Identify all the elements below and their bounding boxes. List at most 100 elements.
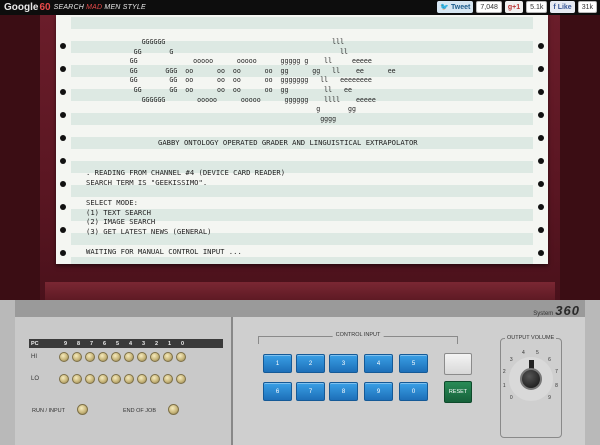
tweet-count: 7,048 xyxy=(476,1,502,13)
key-9-button[interactable]: 9 xyxy=(364,382,393,401)
feed-hole xyxy=(538,135,544,141)
indicator-lamp xyxy=(72,352,82,362)
brand-logo[interactable]: Google 60 SEARCH MAD MEN STYLE xyxy=(4,1,146,14)
tweet-label: Tweet xyxy=(451,3,471,11)
printout-line-6: (3) GET LATEST NEWS (GENERAL) xyxy=(86,227,212,237)
feed-hole xyxy=(60,112,66,118)
bit-number: 8 xyxy=(76,340,81,347)
run-input-label: RUN / INPUT xyxy=(32,408,65,414)
reset-button[interactable]: RESET xyxy=(444,381,472,403)
bit-number: 5 xyxy=(115,340,120,347)
printout-text: GGGGGG lll GG G ll GG ooooo ooooo ggggg … xyxy=(86,38,526,257)
indicator-lamp xyxy=(98,352,108,362)
feed-hole xyxy=(538,250,544,256)
gplus-label: +1 xyxy=(512,3,521,11)
feed-hole xyxy=(60,66,66,72)
tagline-pre: SEARCH xyxy=(53,4,87,11)
printout-line-4: (1) TEXT SEARCH xyxy=(86,207,151,217)
social-buttons: 🐦 Tweet 7,048 g +1 5.1k f Like 31k xyxy=(437,1,597,13)
feed-hole xyxy=(538,158,544,164)
feed-hole xyxy=(538,66,544,72)
gplus-button[interactable]: g +1 xyxy=(504,1,524,13)
brand-tagline: SEARCH MAD MEN STYLE xyxy=(54,4,146,11)
tweet-button[interactable]: 🐦 Tweet xyxy=(437,1,474,13)
ascii-logo: GGGGGG lll GG G ll GG ooooo ooooo ggggg … xyxy=(129,38,396,123)
run-input-lamp xyxy=(77,404,88,415)
lo-lamp-row: LO xyxy=(29,374,189,384)
key-7-button[interactable]: 7 xyxy=(296,382,325,401)
volume-number: 4 xyxy=(522,349,525,356)
key-5-button[interactable]: 5 xyxy=(399,354,428,373)
indicator-lamp xyxy=(176,352,186,362)
system-model: 360 xyxy=(555,303,580,318)
key-4-button[interactable]: 4 xyxy=(364,354,393,373)
feed-hole xyxy=(538,112,544,118)
key-2-button[interactable]: 2 xyxy=(296,354,325,373)
indicator-lamp xyxy=(72,374,82,384)
fb-label: Like xyxy=(557,3,572,11)
feed-hole xyxy=(60,43,66,49)
indicator-lamp xyxy=(137,352,147,362)
paper-stripe xyxy=(71,257,533,264)
paper-stripe xyxy=(71,17,533,29)
indicator-panel: PC 9 8 7 6 5 4 3 2 1 0 HI LO RUN / INPUT… xyxy=(15,317,233,445)
top-bar: Google 60 SEARCH MAD MEN STYLE 🐦 Tweet 7… xyxy=(0,0,600,15)
feed-hole xyxy=(538,89,544,95)
indicator-lamp xyxy=(59,352,69,362)
feed-hole xyxy=(60,89,66,95)
volume-number: 9 xyxy=(548,395,551,402)
blank-button[interactable] xyxy=(444,353,472,375)
feed-hole xyxy=(538,181,544,187)
indicator-lamp xyxy=(124,374,134,384)
control-input-label: CONTROL INPUT xyxy=(332,332,384,338)
volume-number: 1 xyxy=(502,382,506,389)
bit-number: 6 xyxy=(102,340,107,347)
tagline-accent: MAD xyxy=(86,4,103,11)
indicator-lamp xyxy=(98,374,108,384)
indicator-lamp xyxy=(85,374,95,384)
volume-knob[interactable] xyxy=(520,368,542,390)
system-badge: System 360 xyxy=(533,303,580,318)
feed-hole xyxy=(60,204,66,210)
pc-label: PC xyxy=(31,340,39,347)
feed-hole xyxy=(538,43,544,49)
hi-lamp-row: HI xyxy=(29,352,189,362)
indicator-lamp xyxy=(176,374,186,384)
output-volume-label: OUTPUT VOLUME xyxy=(505,335,557,341)
bit-number: 1 xyxy=(167,340,172,347)
feed-hole xyxy=(60,135,66,141)
key-8-button[interactable]: 8 xyxy=(329,382,358,401)
key-0-button[interactable]: 0 xyxy=(399,382,428,401)
key-6-button[interactable]: 6 xyxy=(263,382,292,401)
bit-number: 7 xyxy=(89,340,94,347)
housing-right-rim xyxy=(560,15,600,300)
indicator-lamp xyxy=(111,352,121,362)
volume-number: 6 xyxy=(548,356,551,363)
printout-line-7: WAITING FOR MANUAL CONTROL INPUT ... xyxy=(86,246,242,256)
facebook-like-button[interactable]: f Like xyxy=(550,1,575,13)
printout-line-1: . READING FROM CHANNEL #4 (DEVICE CARD R… xyxy=(86,168,286,178)
end-of-job-lamp xyxy=(168,404,179,415)
key-3-button[interactable]: 3 xyxy=(329,354,358,373)
end-of-job-label: END OF JOB xyxy=(123,408,157,414)
bit-number: 9 xyxy=(63,340,68,347)
indicator-lamp xyxy=(163,374,173,384)
feed-hole xyxy=(60,250,66,256)
printout-line-2: SEARCH TERM IS "GEEKISSIMO". xyxy=(86,177,208,187)
feed-hole xyxy=(60,158,66,164)
tagline-post: MEN STYLE xyxy=(102,4,146,11)
printout-line-5: (2) IMAGE SEARCH xyxy=(86,217,156,227)
brand-name: Google xyxy=(4,2,39,13)
feed-hole xyxy=(538,204,544,210)
key-1-button[interactable]: 1 xyxy=(263,354,292,373)
bit-number: 0 xyxy=(180,340,185,347)
indicator-lamp xyxy=(85,352,95,362)
indicator-lamp xyxy=(124,352,134,362)
indicator-lamp xyxy=(111,374,121,384)
bit-number: 2 xyxy=(154,340,159,347)
indicator-lamp xyxy=(59,374,69,384)
printout-subtitle: GABBY ONTOLOGY OPERATED GRADER AND LINGU… xyxy=(158,138,418,148)
feed-hole xyxy=(60,181,66,187)
twitter-bird-icon: 🐦 xyxy=(440,4,450,11)
control-input-frame: CONTROL INPUT xyxy=(258,332,458,344)
